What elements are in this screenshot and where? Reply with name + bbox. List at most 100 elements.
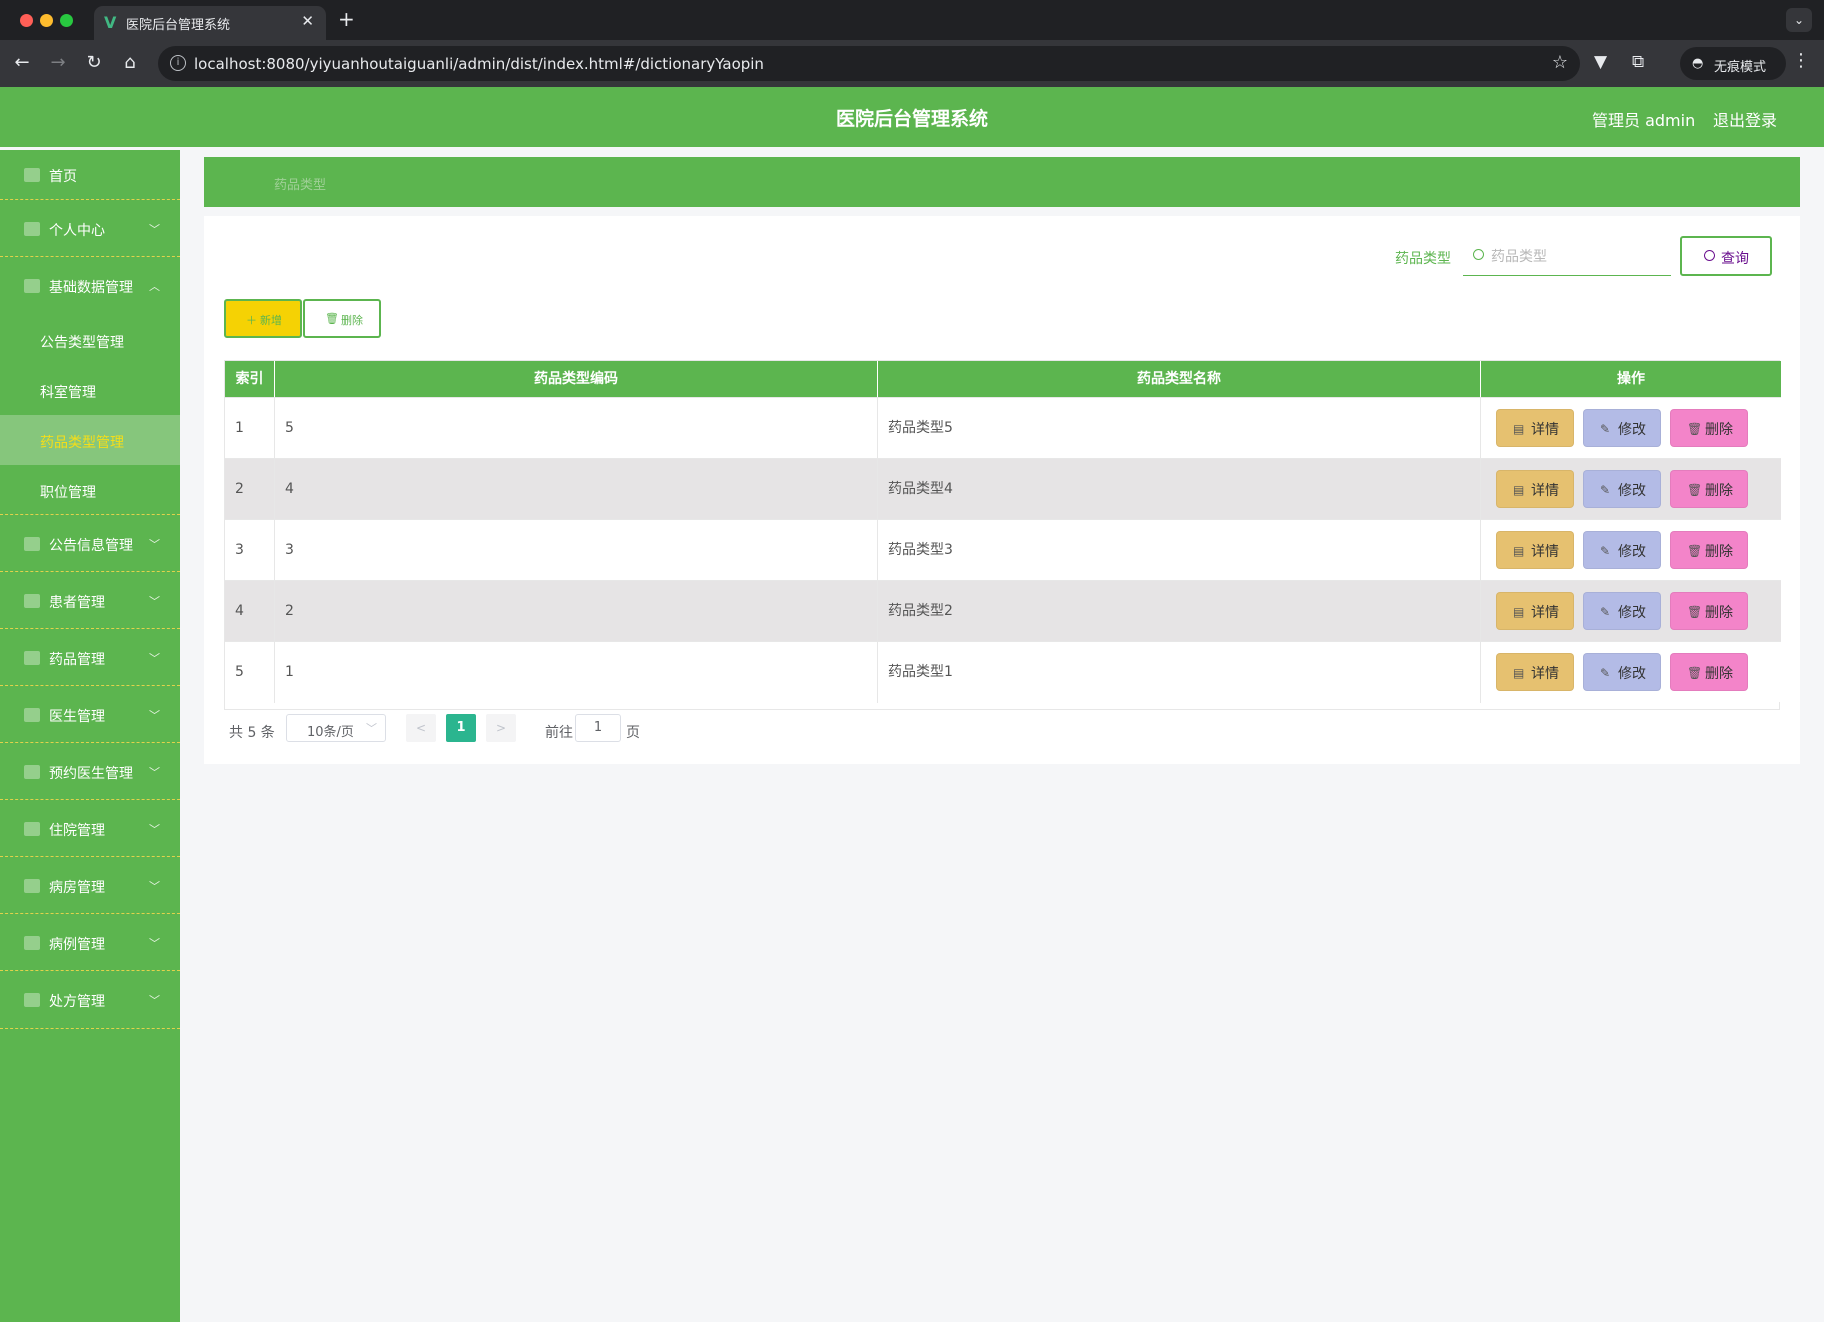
- detail-button[interactable]: ▤ 详情: [1496, 531, 1574, 569]
- cell-code: 3: [275, 520, 878, 581]
- detail-button[interactable]: ▤ 详情: [1496, 470, 1574, 508]
- reload-icon[interactable]: ↻: [82, 52, 106, 73]
- delete-button[interactable]: 🗑 删除: [1670, 592, 1748, 630]
- search-input[interactable]: [1491, 246, 1661, 268]
- detail-button-label: 详情: [1531, 666, 1559, 682]
- document-icon: ▤: [1513, 666, 1525, 680]
- sidebar-item-ward[interactable]: 病房管理 ﹀: [0, 858, 180, 914]
- delete-button-label: 删除: [1705, 605, 1733, 621]
- sidebar: 首页 个人中心 ﹀ 基础数据管理 ︿ 公告类型管理 科室管理 药品类型管理 职位…: [0, 150, 180, 1322]
- sidebar-subitem-position[interactable]: 职位管理: [0, 465, 180, 515]
- address-bar[interactable]: i localhost:8080/yiyuanhoutaiguanli/admi…: [158, 46, 1580, 81]
- edit-button[interactable]: ✎ 修改: [1583, 531, 1661, 569]
- breadcrumb-current[interactable]: 药品类型: [274, 174, 326, 193]
- delete-button[interactable]: 🗑 删除: [1670, 409, 1748, 447]
- sidebar-subitem-drug-type[interactable]: 药品类型管理: [0, 415, 180, 465]
- cell-code: 4: [275, 459, 878, 520]
- sidebar-item-notice[interactable]: 公告信息管理 ﹀: [0, 516, 180, 572]
- back-arrow-icon[interactable]: ←: [10, 52, 34, 73]
- search-label: 药品类型: [1395, 251, 1451, 267]
- document-icon: ▤: [1513, 483, 1525, 497]
- browser-menu-icon[interactable]: ⋮: [1792, 50, 1810, 71]
- table-row: 1 5 药品类型5 ▤ 详情 ✎ 修改 🗑 删除: [225, 397, 1781, 459]
- sidebar-item-label: 处方管理: [49, 994, 105, 1010]
- cell-index: 1: [225, 398, 275, 459]
- bookmark-star-icon[interactable]: ☆: [1552, 52, 1568, 73]
- sidebar-subitem-label: 公告类型管理: [40, 335, 124, 351]
- sidebar-subitem-department[interactable]: 科室管理: [0, 365, 180, 415]
- cell-index: 3: [225, 520, 275, 581]
- sidebar-item-hospitalization[interactable]: 住院管理 ﹀: [0, 801, 180, 857]
- delete-button[interactable]: 🗑 删除: [1670, 470, 1748, 508]
- edit-button[interactable]: ✎ 修改: [1583, 409, 1661, 447]
- vue-devtools-icon[interactable]: ▼: [1594, 52, 1607, 72]
- query-button[interactable]: 查询: [1680, 236, 1772, 276]
- sidebar-subitem-label: 科室管理: [40, 385, 96, 401]
- sidebar-item-label: 住院管理: [49, 823, 105, 839]
- logout-link[interactable]: 退出登录: [1713, 107, 1777, 131]
- browser-tab[interactable]: V 医院后台管理系统 ✕: [94, 6, 326, 40]
- page-size-select[interactable]: 10条/页 ﹀: [286, 714, 386, 742]
- search-field[interactable]: [1463, 236, 1671, 276]
- chevron-down-icon: ﹀: [149, 766, 160, 779]
- sidebar-item-label: 病例管理: [49, 937, 105, 953]
- prev-page-button[interactable]: <: [406, 714, 436, 742]
- next-page-button[interactable]: >: [486, 714, 516, 742]
- close-tab-icon[interactable]: ✕: [301, 12, 314, 30]
- sidebar-item-appointment[interactable]: 预约医生管理 ﹀: [0, 744, 180, 800]
- browser-tab-bar: V 医院后台管理系统 ✕ + ⌄: [0, 0, 1824, 40]
- column-header-actions: 操作: [1617, 371, 1645, 387]
- tab-list-chevron-icon[interactable]: ⌄: [1786, 8, 1812, 32]
- home-icon[interactable]: ⌂: [118, 52, 142, 73]
- delete-button[interactable]: 🗑 删除: [1670, 531, 1748, 569]
- sidebar-item-case[interactable]: 病例管理 ﹀: [0, 915, 180, 971]
- maximize-window-button[interactable]: [60, 14, 73, 27]
- current-user: 管理员 admin: [1592, 111, 1696, 130]
- cell-code: 2: [275, 581, 878, 642]
- sidebar-item-patient[interactable]: 患者管理 ﹀: [0, 573, 180, 629]
- minimize-window-button[interactable]: [40, 14, 53, 27]
- chevron-down-icon: ﹀: [149, 595, 160, 608]
- detail-button[interactable]: ▤ 详情: [1496, 653, 1574, 691]
- edit-button-label: 修改: [1618, 605, 1646, 621]
- sidebar-item-base-data[interactable]: 基础数据管理 ︿: [0, 258, 180, 315]
- edit-button[interactable]: ✎ 修改: [1583, 592, 1661, 630]
- goto-page-input[interactable]: 1: [575, 714, 621, 742]
- sidebar-subitem-notice-type[interactable]: 公告类型管理: [0, 315, 180, 365]
- new-tab-icon[interactable]: +: [338, 7, 355, 31]
- sidebar-item-doctor[interactable]: 医生管理 ﹀: [0, 687, 180, 743]
- app-header: 医院后台管理系统 管理员 admin 退出登录: [0, 87, 1824, 147]
- url-text[interactable]: localhost:8080/yiyuanhoutaiguanli/admin/…: [194, 55, 764, 73]
- detail-button[interactable]: ▤ 详情: [1496, 592, 1574, 630]
- forward-arrow-icon[interactable]: →: [46, 52, 70, 73]
- data-table: 索引 药品类型编码 药品类型名称 操作 1 5 药品类型5 ▤ 详情 ✎ 修改 🗑 删…: [224, 360, 1781, 710]
- delete-button-label: 删除: [1705, 483, 1733, 499]
- close-window-button[interactable]: [20, 14, 33, 27]
- chevron-down-icon: ﹀: [149, 994, 160, 1007]
- sidebar-item-drug[interactable]: 药品管理 ﹀: [0, 630, 180, 686]
- incognito-badge[interactable]: ◓ 无痕模式: [1680, 47, 1786, 80]
- detail-button[interactable]: ▤ 详情: [1496, 409, 1574, 447]
- notice-icon: [24, 537, 40, 551]
- pencil-icon: ✎: [1600, 605, 1611, 619]
- bed-icon: [24, 822, 40, 836]
- site-info-icon[interactable]: i: [170, 55, 186, 71]
- edit-button-label: 修改: [1618, 422, 1646, 438]
- sidebar-item-home[interactable]: 首页: [0, 150, 180, 200]
- document-icon: ▤: [1513, 422, 1525, 436]
- page-number-button[interactable]: 1: [446, 714, 476, 742]
- sidebar-item-prescription[interactable]: 处方管理 ﹀: [0, 972, 180, 1029]
- chevron-up-icon: ︿: [149, 280, 160, 293]
- search-icon: [1704, 250, 1715, 261]
- delete-button[interactable]: 🗑 删除: [1670, 653, 1748, 691]
- extensions-icon[interactable]: ⧉: [1632, 52, 1644, 72]
- edit-button-label: 修改: [1618, 483, 1646, 499]
- sidebar-item-label: 药品管理: [49, 652, 105, 668]
- add-button[interactable]: ＋ 新增: [224, 299, 302, 338]
- batch-delete-button[interactable]: 🗑 删除: [303, 299, 381, 338]
- edit-button[interactable]: ✎ 修改: [1583, 653, 1661, 691]
- chevron-down-icon: ﹀: [149, 538, 160, 551]
- incognito-label: 无痕模式: [1714, 60, 1767, 75]
- edit-button[interactable]: ✎ 修改: [1583, 470, 1661, 508]
- sidebar-item-profile[interactable]: 个人中心 ﹀: [0, 201, 180, 257]
